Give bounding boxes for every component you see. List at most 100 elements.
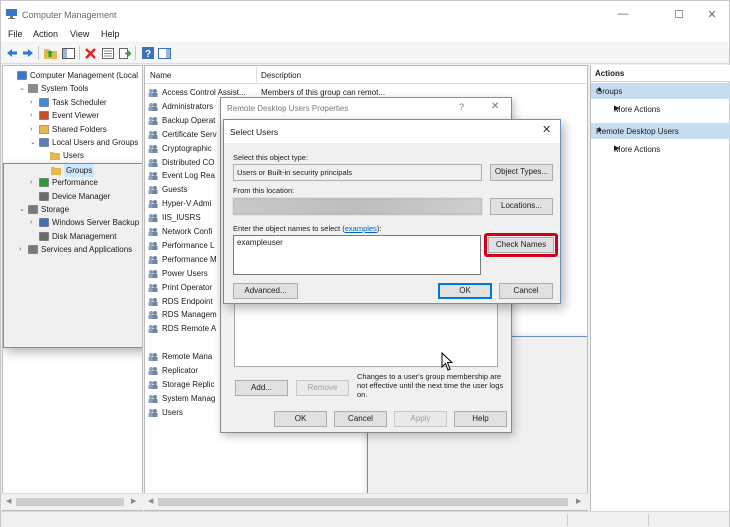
object-names-input[interactable]: exampleuser <box>233 235 481 275</box>
object-types-button[interactable]: Object Types... <box>490 164 553 181</box>
expanded-arrow-icon[interactable]: ⌄ <box>19 82 27 95</box>
list-horizontal-scrollbar[interactable]: ◀ ▶ <box>144 493 588 510</box>
menu-file[interactable]: File <box>8 29 23 39</box>
check-names-highlight <box>484 233 558 257</box>
actions-header: Actions <box>591 65 730 82</box>
delete-icon[interactable] <box>83 46 98 60</box>
object-type-field: Users or Built-in security principals <box>233 164 482 181</box>
scroll-thumb[interactable] <box>158 498 568 506</box>
forward-icon[interactable] <box>20 46 35 60</box>
object-names-label-text: Enter the object names to select ( <box>233 224 345 233</box>
minimize-button[interactable]: — <box>609 5 637 23</box>
console-node-icon <box>17 71 27 80</box>
collapsed-arrow-icon[interactable]: › <box>30 176 38 189</box>
tree-item-label: Windows Server Backup <box>52 218 140 228</box>
group-name: Administrators <box>162 101 214 111</box>
expanded-arrow-icon[interactable]: ⌄ <box>30 136 38 149</box>
up-folder-icon[interactable] <box>43 46 58 60</box>
column-header-description[interactable]: Description <box>261 71 301 80</box>
remove-button[interactable]: Remove <box>296 380 349 396</box>
folder-icon <box>50 152 60 161</box>
more-actions-groups[interactable]: More Actions ▶ <box>591 102 730 116</box>
maximize-button[interactable]: ☐ <box>665 5 693 23</box>
actions-pane: Actions Groups ▲ More Actions ▶ Remote D… <box>590 65 730 511</box>
scroll-left-icon[interactable]: ◀ <box>6 497 11 505</box>
console-node-icon <box>39 138 49 147</box>
group-icon <box>148 144 158 153</box>
console-node-icon <box>39 98 49 107</box>
group-name: Remote Mana <box>162 352 213 362</box>
ok-button[interactable]: OK <box>438 283 492 299</box>
menu-action[interactable]: Action <box>33 29 58 39</box>
members-list[interactable] <box>234 303 498 367</box>
locations-button[interactable]: Locations... <box>490 198 553 215</box>
examples-link[interactable]: examples <box>345 224 377 233</box>
group-icon <box>148 255 158 264</box>
more-actions-remote-desktop-users[interactable]: More Actions ▶ <box>591 142 730 156</box>
group-name: Print Operator <box>162 282 213 292</box>
scroll-left-icon[interactable]: ◀ <box>148 497 153 505</box>
close-button[interactable]: ✕ <box>698 5 726 23</box>
menu-view[interactable]: View <box>70 29 89 39</box>
advanced-button[interactable]: Advanced... <box>233 283 298 299</box>
help-dialog-button[interactable]: Help <box>454 411 507 427</box>
tree-item-label: Disk Management <box>52 231 117 241</box>
select-users-dialog: Select Users ✕ Select this object type: … <box>223 119 561 304</box>
export-list-icon[interactable] <box>117 46 132 60</box>
group-name: Distributed CO <box>162 157 215 167</box>
dialog-title-bar: Select Users ✕ <box>224 120 560 143</box>
group-icon <box>148 394 158 403</box>
column-separator[interactable] <box>256 67 257 82</box>
help-button[interactable]: ? <box>459 102 464 112</box>
tree-horizontal-scrollbar[interactable]: ◀ ▶ <box>2 493 143 510</box>
expanded-arrow-icon[interactable]: ⌄ <box>19 203 27 216</box>
actions-section-groups[interactable]: Groups ▲ <box>591 83 730 99</box>
submenu-arrow-icon: ▶ <box>614 105 620 112</box>
computer-management-icon <box>6 9 17 19</box>
dialog-title-bar: Remote Desktop Users Properties ? ✕ <box>221 98 511 120</box>
tree-item-label: Task Scheduler <box>52 97 107 107</box>
collapse-icon[interactable]: ▲ <box>596 126 724 133</box>
group-name: Performance M <box>162 254 217 264</box>
apply-button[interactable]: Apply <box>394 411 447 427</box>
back-icon[interactable] <box>4 46 19 60</box>
column-header-name[interactable]: Name <box>150 71 171 80</box>
scroll-thumb[interactable] <box>16 498 124 506</box>
ok-button[interactable]: OK <box>274 411 327 427</box>
group-name: Network Confi <box>162 227 213 236</box>
collapsed-arrow-icon[interactable]: › <box>30 123 38 136</box>
close-button[interactable]: ✕ <box>542 123 551 136</box>
cancel-button[interactable]: Cancel <box>499 283 553 299</box>
group-icon <box>148 367 158 375</box>
object-type-label: Select this object type: <box>233 153 309 162</box>
show-hide-tree-icon[interactable] <box>61 46 76 60</box>
console-node-icon <box>28 245 38 254</box>
collapsed-arrow-icon[interactable]: › <box>30 109 38 122</box>
properties-icon[interactable] <box>100 46 115 60</box>
scroll-right-icon[interactable]: ▶ <box>576 497 581 505</box>
close-button[interactable]: ✕ <box>491 101 499 112</box>
console-node-icon <box>39 124 49 134</box>
collapse-icon[interactable]: ▲ <box>596 86 724 93</box>
location-field-redacted <box>233 198 482 215</box>
menu-help[interactable]: Help <box>101 29 120 39</box>
actions-section-remote-desktop-users[interactable]: Remote Desktop Users ▲ <box>591 123 730 139</box>
group-name: Certificate Serv <box>162 129 217 139</box>
group-icon <box>148 214 158 223</box>
tree-item-label: Device Manager <box>52 191 111 201</box>
group-name: IIS_IUSRS <box>162 213 201 223</box>
submenu-arrow-icon: ▶ <box>614 145 620 152</box>
tree-item-label: Performance <box>52 178 98 188</box>
collapsed-arrow-icon[interactable]: › <box>30 96 38 109</box>
group-icon <box>148 241 158 250</box>
console-node-icon <box>39 218 49 228</box>
scroll-right-icon[interactable]: ▶ <box>131 497 136 505</box>
collapsed-arrow-icon[interactable]: › <box>30 216 38 229</box>
group-name: RDS Managem <box>162 310 217 320</box>
cancel-button[interactable]: Cancel <box>334 411 387 427</box>
collapsed-arrow-icon[interactable]: › <box>19 243 27 256</box>
help-icon[interactable]: ? <box>140 46 155 60</box>
add-button[interactable]: Add... <box>235 380 288 396</box>
folder-icon <box>51 166 61 175</box>
show-action-pane-icon[interactable] <box>157 46 172 60</box>
